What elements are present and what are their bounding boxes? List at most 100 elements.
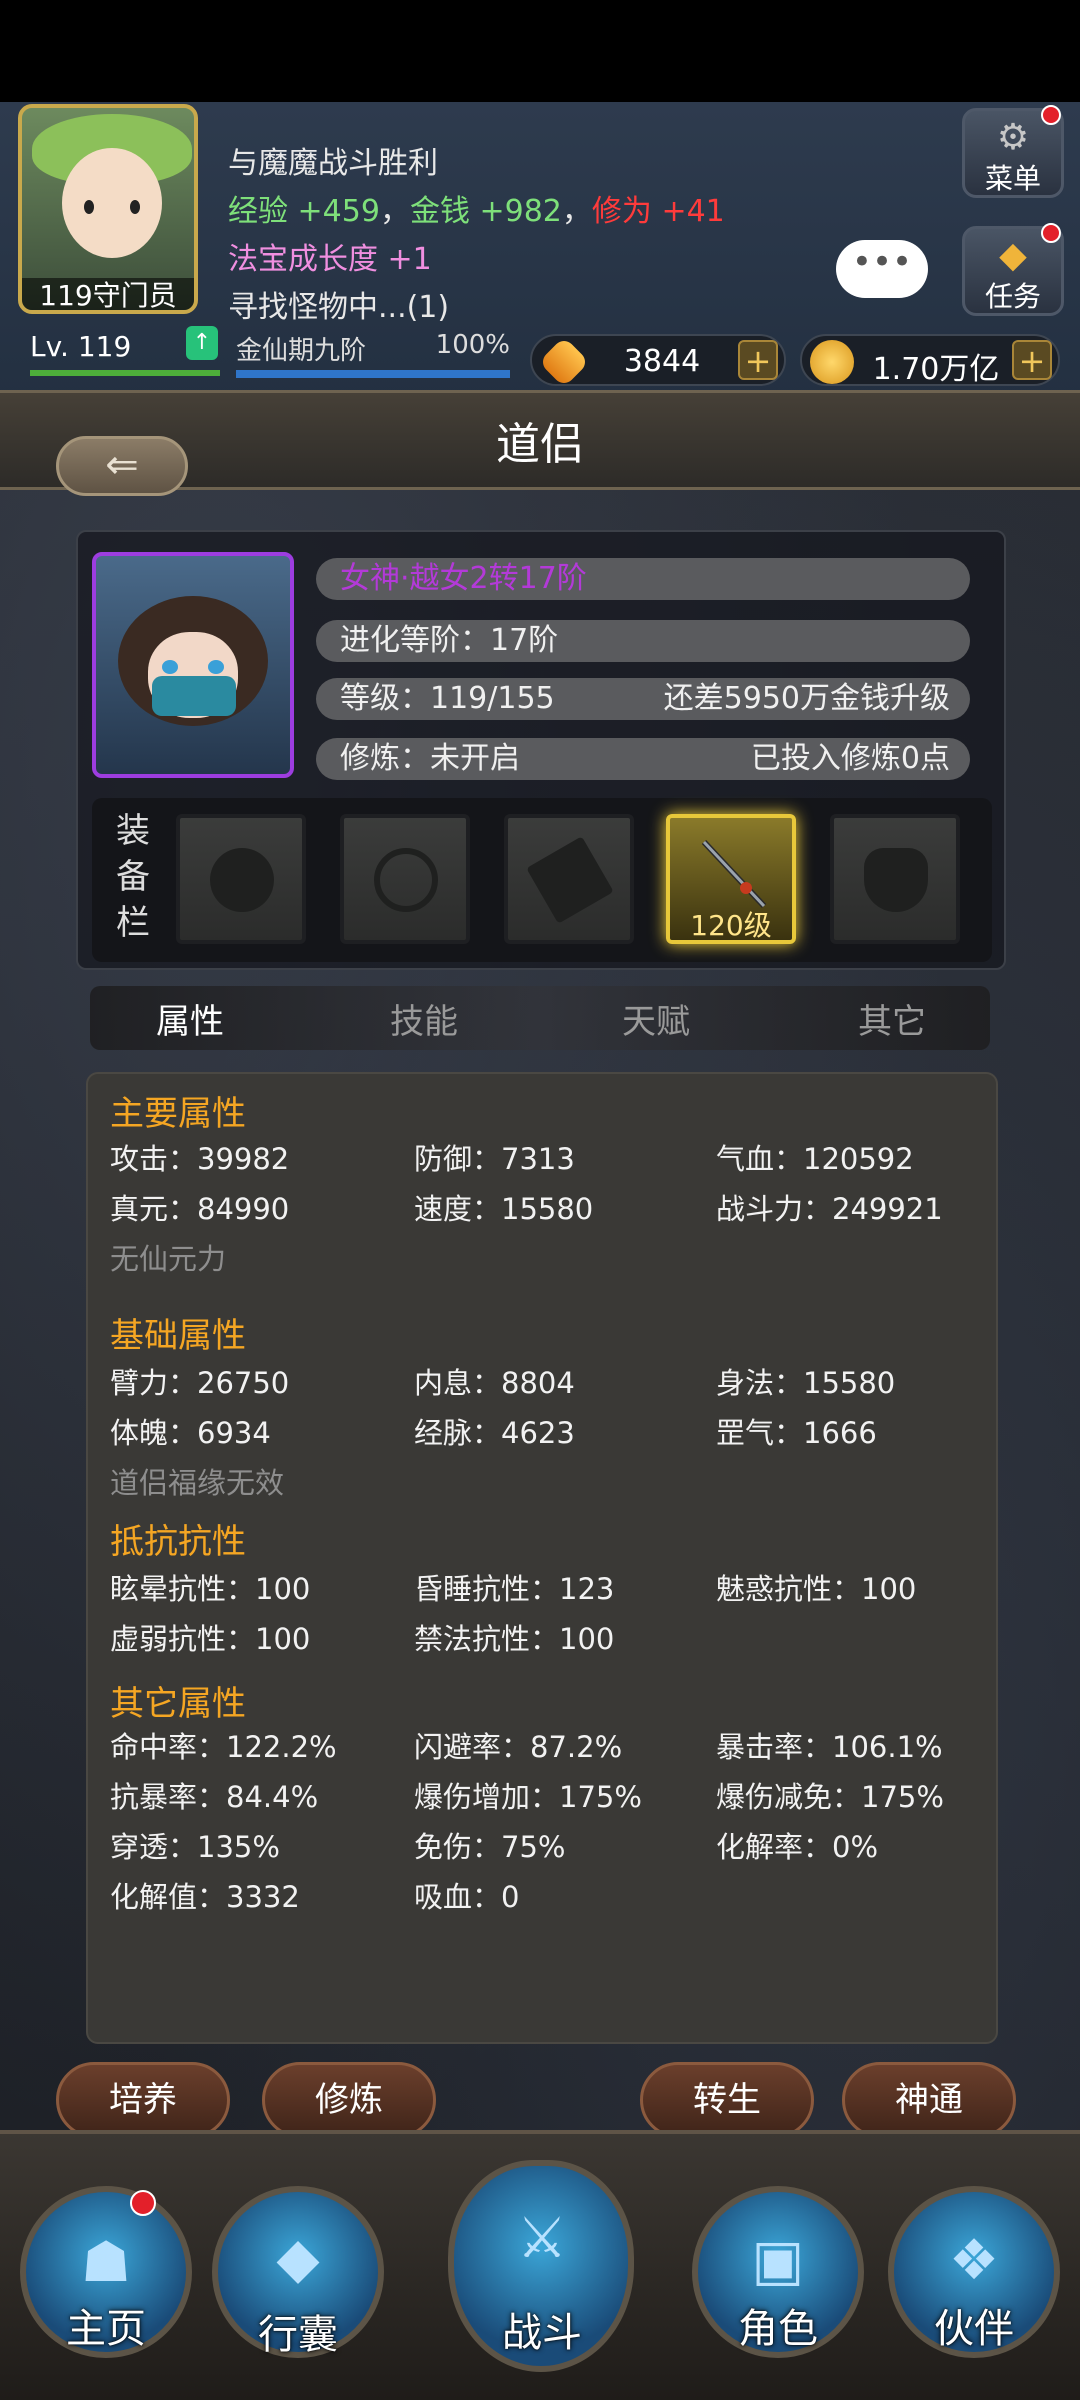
- evolution-row: 进化等阶：17阶: [316, 620, 970, 662]
- notification-dot: [1041, 223, 1061, 243]
- section-title-other: 其它属性: [110, 1684, 246, 1724]
- evolution-text: 进化等阶：17阶: [340, 623, 559, 658]
- attr-silence-resist: 禁法抗性：100: [414, 1622, 615, 1656]
- nav-partner-label: 伙伴: [934, 2306, 1014, 2352]
- attr-lifesteal: 吸血：0: [414, 1880, 520, 1914]
- attr-stun-resist: 眩晕抗性：100: [110, 1572, 311, 1606]
- rebirth-button[interactable]: 转生: [640, 2062, 814, 2138]
- nav-role[interactable]: ▣ 角色: [692, 2186, 864, 2358]
- level-up-icon[interactable]: ↑: [186, 326, 218, 360]
- log-line: 法宝成长度 +1: [228, 236, 848, 284]
- exp-value: +459: [297, 194, 380, 229]
- book-silhouette-icon: [526, 836, 614, 924]
- treasure-label: 法宝成长度: [228, 242, 378, 277]
- train-row: 修炼：未开启 已投入修炼0点: [316, 738, 970, 780]
- status-bar: [0, 0, 1080, 102]
- notification-dot: [1041, 105, 1061, 125]
- gem-bag-icon: ◆: [276, 2226, 320, 2291]
- divine-button[interactable]: 神通: [842, 2062, 1016, 2138]
- avatar-eye: [130, 200, 140, 214]
- menu-button[interactable]: ⚙ 菜单: [962, 105, 1064, 198]
- gold-currency: 1.70万亿 +: [800, 334, 1060, 387]
- attr-crit-reduction: 爆伤减免：175%: [716, 1780, 944, 1814]
- attr-true-yuan: 真元：84990: [110, 1192, 290, 1226]
- equip-slot-3[interactable]: [504, 814, 634, 944]
- add-gems-button[interactable]: +: [738, 340, 778, 380]
- cultivate-button[interactable]: 培养: [56, 2062, 230, 2138]
- companion-name: 女神·越女2转17阶: [316, 558, 970, 600]
- helmet-icon: ☗: [80, 2230, 132, 2295]
- companion-name-text: 女神·越女2转17阶: [340, 561, 587, 596]
- equipment-label-char: 备: [116, 857, 150, 897]
- avatar-face: [62, 148, 162, 258]
- nav-partner[interactable]: ❖ 伙伴: [888, 2186, 1060, 2358]
- train-button[interactable]: 修炼: [262, 2062, 436, 2138]
- nav-bag[interactable]: ◆ 行囊: [212, 2186, 384, 2358]
- gem-value: 3844: [623, 344, 701, 379]
- gold-label: 金钱: [409, 194, 470, 229]
- attr-resolve-rate: 化解率：0%: [716, 1830, 879, 1864]
- gem-currency: 3844 +: [530, 334, 786, 388]
- avatar-label: 119守门员: [22, 278, 194, 310]
- menu-label: 菜单: [984, 162, 1041, 195]
- nav-role-label: 角色: [738, 2306, 818, 2352]
- attr-dodge-rate: 闪避率：87.2%: [414, 1730, 623, 1764]
- equip-slot-weapon[interactable]: 120级: [666, 814, 796, 944]
- equip-slot-2[interactable]: [340, 814, 470, 944]
- level-prefix: Lv.: [30, 330, 69, 363]
- tab-talent[interactable]: 天赋: [576, 994, 736, 1043]
- gold-value: +982: [479, 194, 562, 229]
- companion-portrait[interactable]: [92, 552, 294, 778]
- tab-attributes[interactable]: 属性: [110, 994, 270, 1043]
- attr-attack: 攻击：39982: [110, 1142, 290, 1176]
- equipment-label: 装 备 栏: [110, 808, 156, 946]
- log-line: 经验 +459，金钱 +982，修为 +41: [228, 188, 848, 236]
- nav-home[interactable]: ☗ 主页: [20, 2186, 192, 2358]
- chest-icon: ▣: [751, 2228, 805, 2293]
- attr-aura: 罡气：1666: [716, 1416, 877, 1450]
- nav-bag-label: 行囊: [258, 2312, 338, 2358]
- weapon-level: 120级: [690, 909, 772, 942]
- basic-note: 道侣福缘无效: [110, 1466, 285, 1500]
- portrait-eye: [162, 660, 178, 674]
- nav-battle-label: 战斗: [502, 2310, 582, 2356]
- attr-crit-damage: 爆伤增加：175%: [414, 1780, 642, 1814]
- attr-hp: 气血：120592: [716, 1142, 914, 1176]
- ornament-silhouette-icon: [210, 848, 274, 912]
- attr-weak-resist: 虚弱抗性：100: [110, 1622, 311, 1656]
- necklace-silhouette-icon: [374, 848, 438, 912]
- attr-body: 体魄：6934: [110, 1416, 271, 1450]
- chat-bubble-icon[interactable]: •••: [836, 240, 928, 298]
- level-exp-bar: [30, 370, 220, 376]
- main-note: 无仙元力: [110, 1242, 227, 1276]
- cultivation-label: 修为: [591, 194, 652, 229]
- avatar-eye: [84, 200, 94, 214]
- nav-home-label: 主页: [66, 2306, 146, 2352]
- attr-pierce: 穿透：135%: [110, 1830, 280, 1864]
- attr-damage-reduction: 免伤：75%: [414, 1830, 566, 1864]
- add-gold-button[interactable]: +: [1012, 340, 1052, 380]
- battle-log: 与魔魔战斗胜利 经验 +459，金钱 +982，修为 +41 法宝成长度 +1 …: [228, 140, 848, 332]
- attr-crit-rate: 暴击率：106.1%: [716, 1730, 943, 1764]
- cultivation-value: +41: [661, 194, 725, 229]
- page-title: 道侣: [496, 419, 584, 470]
- attr-defense: 防御：7313: [414, 1142, 575, 1176]
- section-title-main: 主要属性: [110, 1094, 246, 1134]
- equipment-label-char: 装: [116, 811, 150, 851]
- equip-slot-5[interactable]: [830, 814, 960, 944]
- attr-resolve-value: 化解值：3332: [110, 1880, 300, 1914]
- attr-arm: 臂力：26750: [110, 1366, 290, 1400]
- player-avatar[interactable]: 119守门员: [18, 104, 198, 314]
- portrait-mask: [152, 676, 236, 716]
- companion-level-text: 等级：119/155: [340, 681, 555, 716]
- tab-skills[interactable]: 技能: [344, 994, 504, 1043]
- task-button[interactable]: ◆ 任务: [962, 223, 1064, 316]
- tab-other[interactable]: 其它: [812, 994, 972, 1043]
- nav-battle[interactable]: ⚔ 战斗: [448, 2160, 634, 2372]
- equip-slot-1[interactable]: [176, 814, 306, 944]
- equipment-label-char: 栏: [116, 903, 150, 943]
- portrait-eye: [208, 660, 224, 674]
- realm-progress-bar: [236, 370, 510, 378]
- level-value: 119: [77, 330, 132, 363]
- gold-coin-icon: [810, 340, 854, 384]
